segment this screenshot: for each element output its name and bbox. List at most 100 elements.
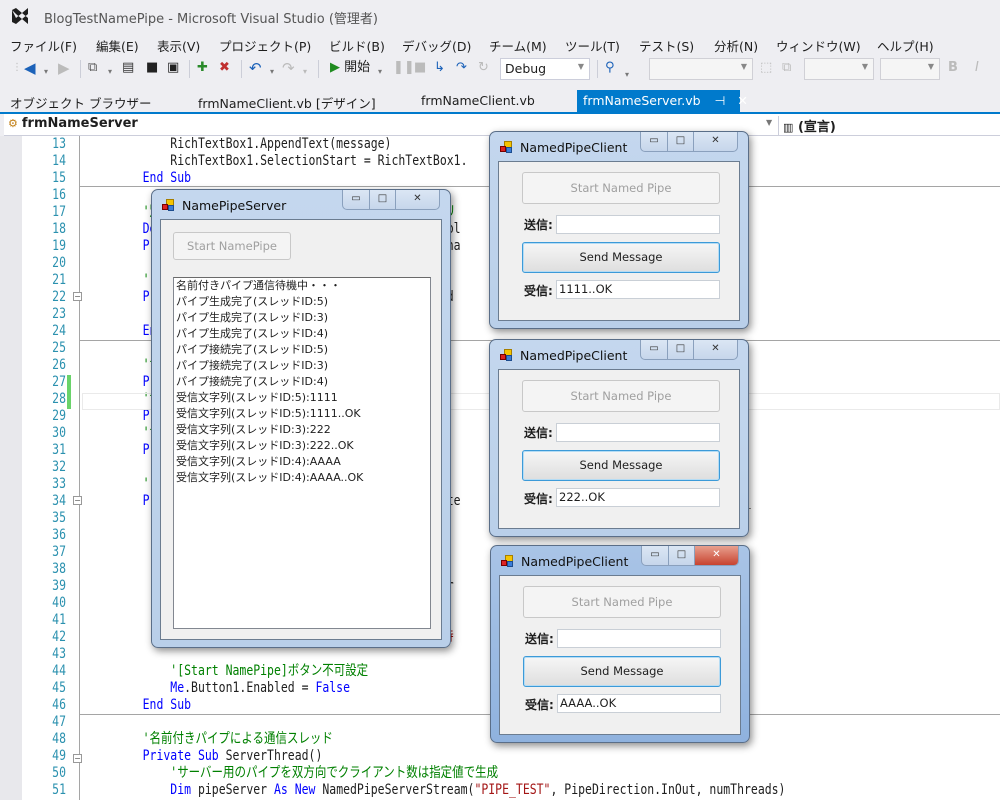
remove-comment-icon[interactable]: ✖ — [219, 60, 230, 76]
dropdown-arrow-icon[interactable]: ▾ — [108, 64, 112, 80]
dropdown-arrow-icon[interactable]: ▾ — [378, 64, 382, 80]
target-combo[interactable]: ▼ — [649, 58, 753, 80]
code-text: .Button1.Enabled = — [184, 680, 316, 696]
tab-frmnameclient-design[interactable]: frmNameClient.vb [デザイン] — [198, 90, 376, 112]
maximize-button[interactable]: □ — [369, 190, 395, 209]
start-named-pipe-button[interactable]: Start Named Pipe — [523, 586, 721, 618]
send-label: 送信: — [525, 632, 554, 646]
class-dropdown[interactable]: ⚙ frmNameServer — [8, 116, 138, 131]
named-pipe-client-window[interactable]: NamedPipeClient ▭ □ ✕ Start Named Pipe 送… — [490, 545, 750, 743]
start-named-pipe-button[interactable]: Start Named Pipe — [522, 172, 720, 204]
menu-window[interactable]: ウィンドウ(W) — [776, 34, 861, 57]
maximize-button[interactable]: □ — [667, 340, 693, 359]
step-over-icon[interactable]: ↷ — [456, 60, 467, 76]
font-size-combo[interactable]: ▼ — [880, 58, 940, 80]
code-line[interactable]: Private Sub ServerThread() — [115, 748, 917, 765]
restart-icon[interactable]: ↻ — [478, 60, 489, 76]
line-number: 21 — [52, 272, 66, 288]
stop-icon[interactable]: ■ — [414, 60, 426, 76]
code-line[interactable]: 'サーバー用のパイプを双方向でクライアント数は指定値で生成 — [115, 765, 917, 782]
menu-build[interactable]: ビルド(B) — [329, 34, 385, 57]
named-pipe-client-window[interactable]: NamedPipeClient ▭ □ ✕ Start Named Pipe 送… — [489, 131, 749, 329]
menu-help[interactable]: ヘルプ(H) — [877, 34, 934, 57]
dropdown-arrow-icon[interactable]: ▾ — [303, 64, 307, 80]
tab-frmnameclient-code[interactable]: frmNameClient.vb — [421, 90, 535, 112]
tab-object-browser[interactable]: オブジェクト ブラウザー — [10, 90, 151, 112]
menu-debug[interactable]: デバッグ(D) — [402, 34, 471, 57]
chevron-down-icon[interactable]: ▼ — [766, 118, 772, 127]
navigate-forward-icon[interactable]: ▶ — [58, 60, 70, 76]
collapse-icon[interactable]: − — [73, 496, 82, 505]
form-icon — [500, 141, 512, 153]
send-textbox[interactable] — [557, 629, 721, 648]
menu-project[interactable]: プロジェクト(P) — [219, 34, 311, 57]
close-button[interactable]: ✕ — [395, 190, 439, 209]
find-in-files-icon[interactable]: ⚲ — [605, 60, 615, 76]
minimize-button[interactable]: ▭ — [641, 132, 667, 151]
dropdown-arrow-icon[interactable]: ▾ — [44, 64, 48, 80]
menu-edit[interactable]: 編集(E) — [96, 34, 139, 57]
open-file-icon[interactable]: ▤ — [122, 60, 134, 76]
line-number: 27 — [52, 374, 66, 390]
line-number: 49 — [52, 748, 66, 764]
solution-config-select[interactable]: Debug ▼ — [500, 58, 590, 80]
menu-file[interactable]: ファイル(F) — [10, 34, 77, 57]
add-comment-icon[interactable]: ✚ — [197, 60, 208, 76]
maximize-button[interactable]: □ — [668, 546, 694, 565]
send-message-button[interactable]: Send Message — [523, 656, 721, 687]
close-button[interactable]: ✕ — [693, 340, 737, 359]
step-into-icon[interactable]: ↳ — [434, 60, 445, 76]
toolbar-overflow-icon[interactable]: ▾ — [625, 67, 629, 83]
bold-button[interactable]: B — [948, 60, 958, 76]
receive-textbox[interactable]: 222..OK — [556, 488, 720, 507]
menu-view[interactable]: 表示(V) — [157, 34, 200, 57]
start-named-pipe-button[interactable]: Start Named Pipe — [522, 380, 720, 412]
maximize-button[interactable]: □ — [667, 132, 693, 151]
send-textbox[interactable] — [556, 215, 720, 234]
undo-icon[interactable]: ↶ — [249, 60, 262, 76]
close-tab-icon[interactable]: ✕ — [737, 93, 747, 108]
menu-test[interactable]: テスト(S) — [639, 34, 694, 57]
minimize-button[interactable]: ▭ — [642, 546, 668, 565]
named-pipe-client-window[interactable]: NamedPipeClient ▭ □ ✕ Start Named Pipe 送… — [489, 339, 749, 537]
layout-icon[interactable]: ⬚ — [760, 60, 772, 76]
start-namepipe-button[interactable]: Start NamePipe — [173, 232, 291, 260]
receive-textbox[interactable]: AAAA..OK — [557, 694, 721, 713]
send-message-button[interactable]: Send Message — [522, 450, 720, 481]
line-number: 39 — [52, 578, 66, 594]
toolbar-separator — [80, 60, 81, 78]
line-number: 14 — [52, 153, 66, 169]
save-all-icon[interactable]: ▣ — [167, 60, 179, 76]
start-debug-button[interactable]: ▶ 開始 — [330, 60, 370, 76]
dropdown-arrow-icon[interactable]: ▾ — [270, 64, 274, 80]
name-pipe-server-window[interactable]: NamePipeServer ▭ □ ✕ Start NamePipe 名前付き… — [151, 189, 451, 648]
close-button[interactable]: ✕ — [694, 546, 738, 565]
member-dropdown[interactable]: ▥ (宣言) — [778, 116, 836, 135]
minimize-button[interactable]: ▭ — [641, 340, 667, 359]
save-icon[interactable]: ■ — [146, 60, 158, 76]
menu-tools[interactable]: ツール(T) — [565, 34, 620, 57]
close-button[interactable]: ✕ — [693, 132, 737, 151]
log-richtextbox[interactable]: 名前付きパイプ通信待機中・・・ パイプ生成完了(スレッドID:5) パイプ生成完了(… — [173, 277, 431, 629]
italic-button[interactable]: I — [975, 60, 979, 76]
collapse-icon[interactable]: − — [73, 754, 82, 763]
redo-icon[interactable]: ↷ — [282, 60, 295, 76]
menu-team[interactable]: チーム(M) — [489, 34, 547, 57]
window-icon[interactable]: ⧉ — [782, 60, 791, 76]
receive-textbox[interactable]: 1111..OK — [556, 280, 720, 299]
menu-analyze[interactable]: 分析(N) — [714, 34, 758, 57]
code-line[interactable]: Dim pipeServer As New NamedPipeServerStr… — [115, 782, 917, 799]
pause-icon[interactable]: ❚❚ — [393, 60, 415, 76]
new-project-icon[interactable]: ⧉ — [88, 60, 97, 76]
toolbar-grip[interactable]: ⋮ — [12, 60, 22, 76]
font-name-combo[interactable]: ▼ — [804, 58, 874, 80]
collapse-icon[interactable]: − — [73, 292, 82, 301]
window-title: NamedPipeClient — [520, 348, 628, 363]
tab-frmnameserver-code[interactable]: frmNameServer.vb ⊣ ✕ — [577, 90, 748, 112]
send-label: 送信: — [524, 218, 553, 232]
pin-icon[interactable]: ⊣ — [715, 93, 726, 108]
navigate-back-icon[interactable]: ◀ — [24, 60, 36, 76]
send-message-button[interactable]: Send Message — [522, 242, 720, 273]
send-textbox[interactable] — [556, 423, 720, 442]
minimize-button[interactable]: ▭ — [343, 190, 369, 209]
